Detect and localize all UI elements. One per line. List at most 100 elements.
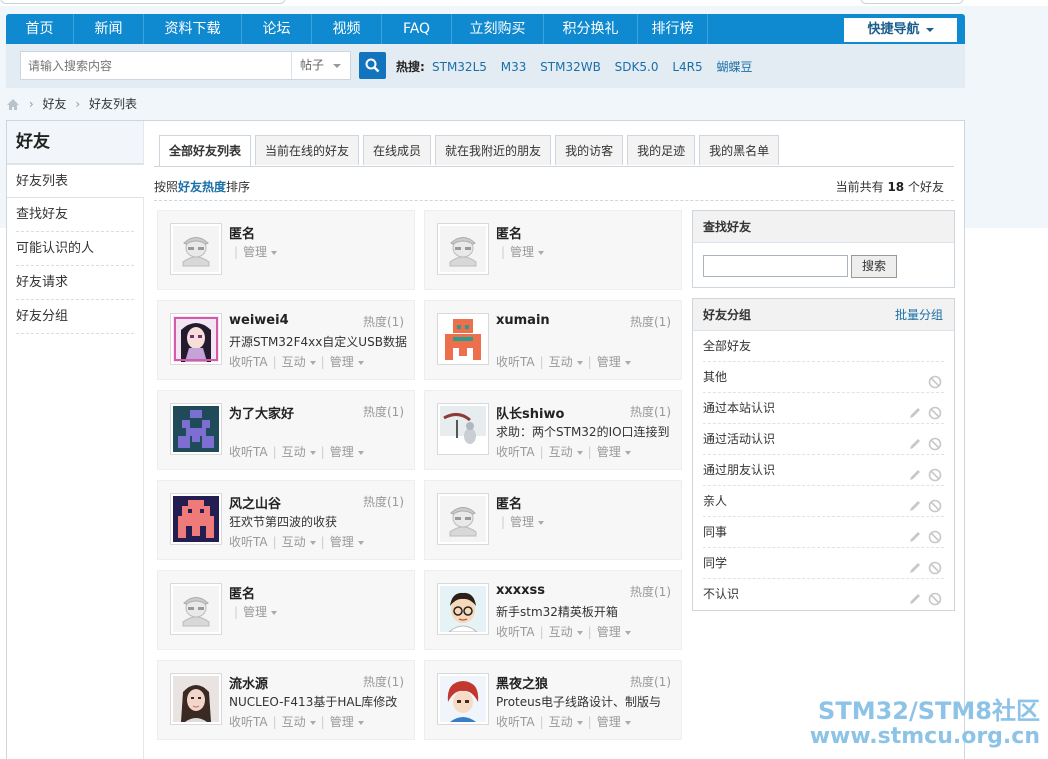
nav-item-ranking[interactable]: 排行榜 — [638, 14, 708, 44]
friend-name[interactable]: 匿名 — [496, 493, 522, 512]
friend-avatar[interactable] — [437, 583, 489, 635]
search-input[interactable] — [21, 52, 291, 79]
friend-avatar[interactable] — [170, 673, 222, 725]
friend-action-manage[interactable]: 管理 — [510, 245, 545, 259]
sort-key[interactable]: 好友热度 — [178, 180, 226, 194]
friend-avatar[interactable] — [170, 313, 222, 365]
friend-avatar[interactable] — [170, 403, 222, 455]
friend-action-manage[interactable]: 管理 — [597, 625, 631, 639]
group-item[interactable]: 全部好友 — [703, 331, 944, 362]
friend-action-manage[interactable]: 管理 — [597, 445, 631, 459]
friend-action-manage[interactable]: 管理 — [243, 245, 278, 259]
friend-avatar[interactable] — [437, 313, 489, 365]
tab-nearby-friends[interactable]: 就在我附近的朋友 — [435, 135, 552, 165]
friend-action-follow[interactable]: 收听TA — [229, 445, 268, 459]
friend-action-manage[interactable]: 管理 — [330, 535, 364, 549]
disable-icon[interactable] — [928, 587, 942, 618]
tab-online-friends[interactable]: 当前在线的好友 — [255, 135, 360, 165]
friend-action-manage[interactable]: 管理 — [330, 355, 364, 369]
friend-status[interactable]: 求助：两个STM32的IO口连接到 — [496, 423, 676, 440]
hot-link[interactable]: L4R5 — [672, 60, 702, 74]
friend-name[interactable]: 风之山谷 — [229, 493, 281, 512]
find-friend-button[interactable]: 搜索 — [851, 255, 897, 278]
friend-name[interactable]: 匿名 — [229, 223, 255, 242]
sidebar-item-people-you-may-know[interactable]: 可能认识的人 — [16, 232, 134, 266]
friend-action-follow[interactable]: 收听TA — [496, 445, 535, 459]
sidebar-item-friend-requests[interactable]: 好友请求 — [16, 266, 134, 300]
friend-name[interactable]: 匿名 — [229, 583, 255, 602]
quick-nav-button[interactable]: 快捷导航 — [844, 18, 957, 42]
friend-action-follow[interactable]: 收听TA — [229, 715, 268, 729]
friend-status[interactable]: NUCLEO-F413基于HAL库修改 — [229, 693, 409, 710]
edit-icon[interactable] — [908, 587, 922, 618]
hot-link[interactable]: STM32WB — [540, 60, 601, 74]
sidebar-item-friend-groups[interactable]: 好友分组 — [16, 300, 134, 334]
tab-all-friends[interactable]: 全部好友列表 — [159, 135, 252, 167]
friend-action-follow[interactable]: 收听TA — [229, 535, 268, 549]
friend-avatar[interactable] — [170, 223, 222, 275]
search-type-select[interactable]: 帖子 — [291, 52, 351, 79]
friend-avatar[interactable] — [437, 673, 489, 725]
friend-status[interactable]: 狂欢节第四波的收获 — [229, 513, 409, 530]
group-item[interactable]: 同学 — [703, 548, 944, 579]
friend-action-interact[interactable]: 互动 — [549, 625, 583, 639]
group-item[interactable]: 同事 — [703, 517, 944, 548]
friend-avatar[interactable] — [170, 493, 222, 545]
friend-name[interactable]: xumain — [496, 313, 550, 328]
friend-name[interactable]: 黑夜之狼 — [496, 673, 548, 692]
search-button[interactable] — [359, 52, 386, 79]
friend-action-manage[interactable]: 管理 — [597, 715, 631, 729]
nav-item-home[interactable]: 首页 — [6, 14, 74, 44]
friend-avatar[interactable] — [437, 403, 489, 455]
friend-avatar[interactable] — [170, 583, 222, 635]
hot-link[interactable]: SDK5.0 — [615, 60, 659, 74]
friend-action-follow[interactable]: 收听TA — [496, 715, 535, 729]
friend-action-interact[interactable]: 互动 — [282, 715, 316, 729]
sidebar-item-find-friends[interactable]: 查找好友 — [16, 198, 134, 232]
nav-item-downloads[interactable]: 资料下载 — [144, 14, 242, 44]
friend-name[interactable]: 队长shiwo — [496, 403, 564, 422]
friend-action-interact[interactable]: 互动 — [282, 355, 316, 369]
friend-action-follow[interactable]: 收听TA — [496, 355, 535, 369]
breadcrumb-item[interactable]: 好友 — [42, 97, 66, 111]
friend-status[interactable]: 开源STM32F4xx自定义USB数据 — [229, 333, 409, 350]
nav-item-news[interactable]: 新闻 — [74, 14, 144, 44]
tab-my-visitors[interactable]: 我的访客 — [555, 135, 624, 165]
friend-action-follow[interactable]: 收听TA — [496, 625, 535, 639]
hot-link[interactable]: STM32L5 — [432, 60, 487, 74]
home-icon[interactable] — [6, 98, 20, 111]
friend-avatar[interactable] — [437, 223, 489, 275]
group-item[interactable]: 其他 — [703, 362, 944, 393]
friend-action-interact[interactable]: 互动 — [282, 535, 316, 549]
friend-name[interactable]: weiwei4 — [229, 313, 289, 328]
group-item[interactable]: 不认识 — [703, 579, 944, 610]
friend-name[interactable]: 为了大家好 — [229, 403, 294, 422]
friend-action-follow[interactable]: 收听TA — [229, 355, 268, 369]
group-item[interactable]: 通过朋友认识 — [703, 455, 944, 486]
friend-action-interact[interactable]: 互动 — [549, 355, 583, 369]
batch-group-link[interactable]: 批量分组 — [895, 299, 943, 331]
group-item[interactable]: 通过活动认识 — [703, 424, 944, 455]
tab-my-footprints[interactable]: 我的足迹 — [627, 135, 696, 165]
friend-name[interactable]: 匿名 — [496, 223, 522, 242]
nav-item-faq[interactable]: FAQ — [382, 14, 452, 44]
nav-item-buy[interactable]: 立刻购买 — [452, 14, 544, 44]
friend-avatar[interactable] — [437, 493, 489, 545]
hot-link[interactable]: 蝴蝶豆 — [716, 60, 752, 74]
nav-item-forum[interactable]: 论坛 — [242, 14, 312, 44]
friend-action-manage[interactable]: 管理 — [243, 605, 278, 619]
friend-status[interactable]: Proteus电子线路设计、制版与 — [496, 693, 676, 710]
friend-action-interact[interactable]: 互动 — [282, 445, 316, 459]
friend-action-manage[interactable]: 管理 — [510, 515, 545, 529]
hot-link[interactable]: M33 — [501, 60, 527, 74]
friend-action-interact[interactable]: 互动 — [549, 715, 583, 729]
find-friend-input[interactable] — [703, 255, 848, 277]
group-item[interactable]: 亲人 — [703, 486, 944, 517]
nav-item-video[interactable]: 视频 — [312, 14, 382, 44]
friend-action-interact[interactable]: 互动 — [549, 445, 583, 459]
friend-action-manage[interactable]: 管理 — [330, 715, 364, 729]
nav-item-points[interactable]: 积分换礼 — [544, 14, 638, 44]
friend-name[interactable]: 流水源 — [229, 673, 268, 692]
group-item[interactable]: 通过本站认识 — [703, 393, 944, 424]
friend-status[interactable]: 新手stm32精英板开箱 — [496, 603, 676, 620]
